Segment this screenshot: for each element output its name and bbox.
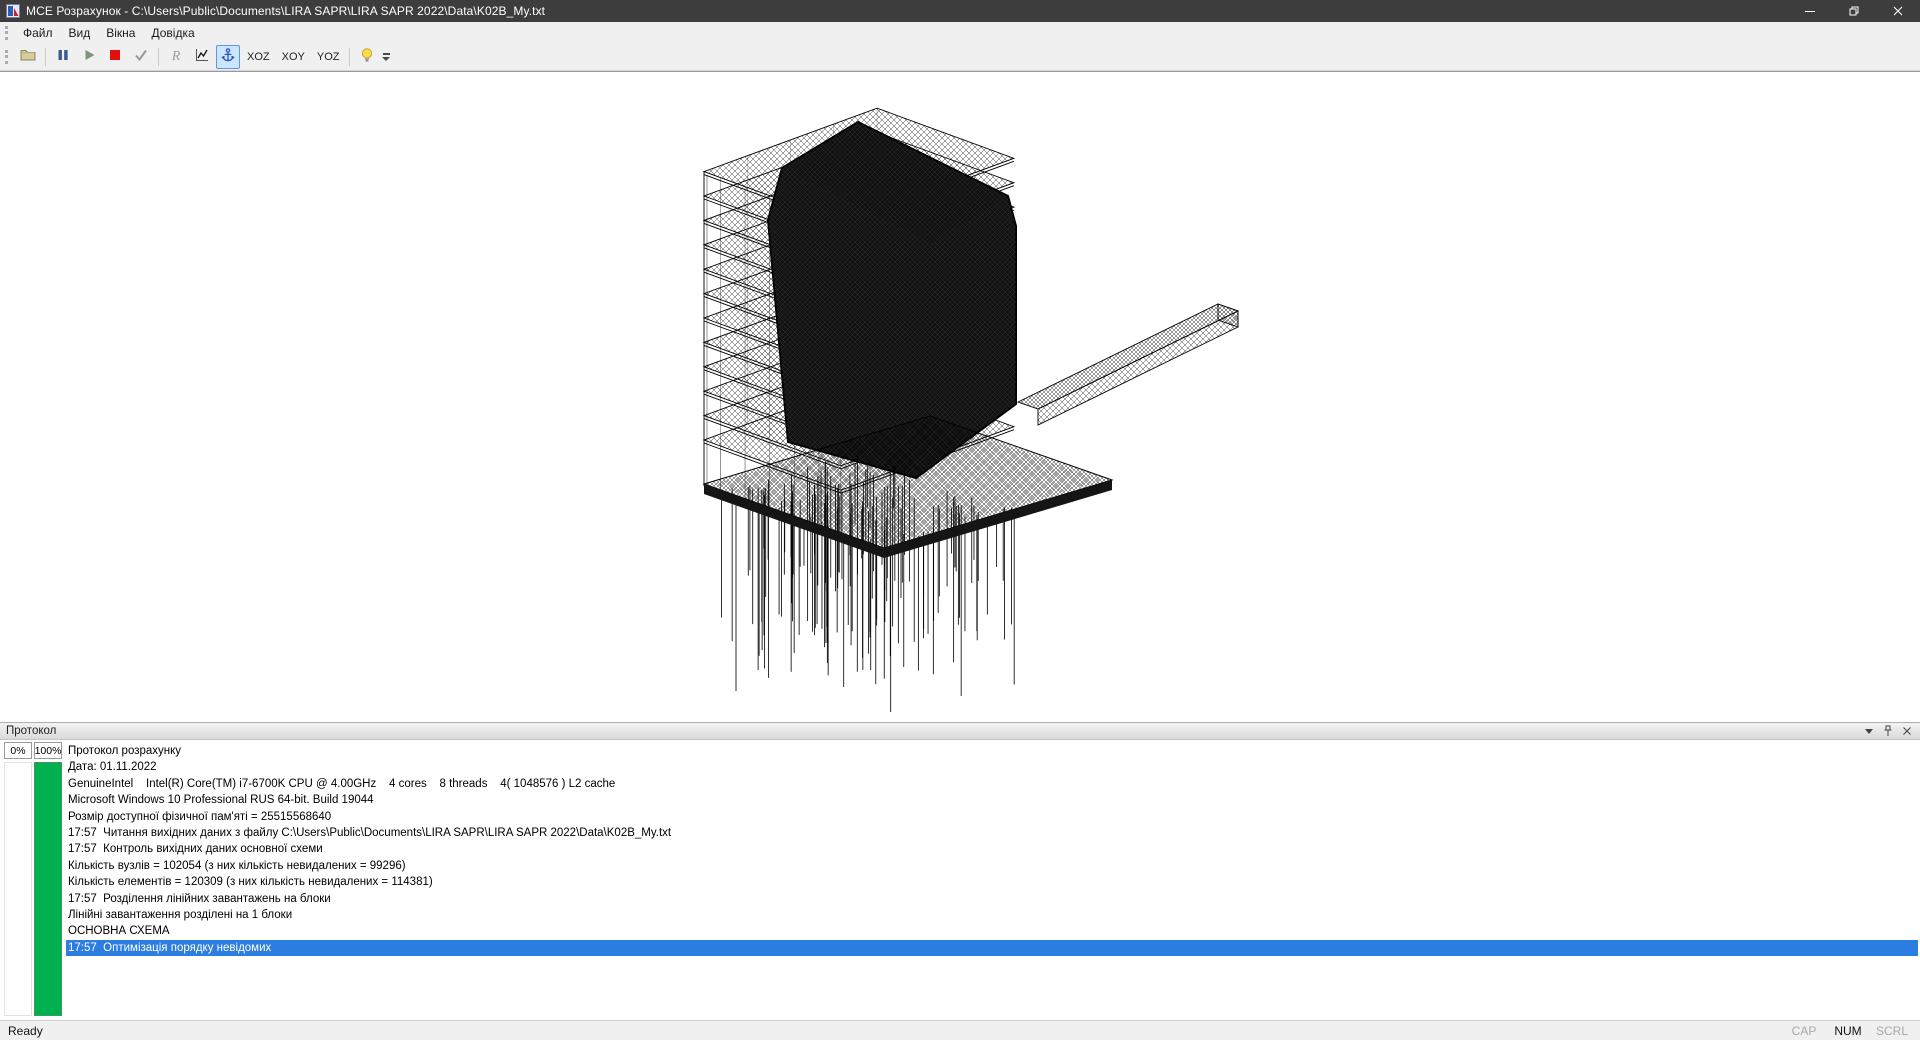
log-line[interactable]: Microsoft Windows 10 Professional RUS 64…: [66, 792, 1918, 808]
log-line[interactable]: 17:57 Оптимізація порядку невідомих: [66, 940, 1918, 956]
toolbar-button-r[interactable]: R: [164, 45, 188, 69]
log-line[interactable]: GenuineIntel Intel(R) Core(TM) i7-6700K …: [66, 776, 1918, 792]
open-folder-icon: [20, 47, 36, 68]
protocol-title: Протокол: [0, 725, 56, 737]
toolbar-separator: [349, 48, 350, 66]
app-icon: [6, 4, 20, 18]
menubar: ФайлВидВікнаДовідка: [0, 22, 1920, 44]
stop-button[interactable]: [103, 45, 127, 69]
titlebar: МСЕ Розрахунок - C:\Users\Public\Documen…: [0, 0, 1920, 22]
play-icon: [81, 47, 97, 68]
overflow-icon: [383, 53, 390, 55]
protocol-header-buttons: [1861, 724, 1920, 738]
model-viewport[interactable]: [0, 71, 1920, 722]
log-line[interactable]: 17:57 Контроль вихідних даних основної с…: [66, 841, 1918, 857]
minimize-button[interactable]: [1788, 0, 1832, 22]
log-line[interactable]: Дата: 01.11.2022: [66, 759, 1918, 775]
log-line[interactable]: Розмір доступної фізичної пам'яті = 2551…: [66, 809, 1918, 825]
protocol-close-button[interactable]: [1899, 724, 1915, 738]
toolbar-plane-button-xoy[interactable]: XOY: [277, 48, 310, 66]
close-icon: [1902, 726, 1912, 736]
progress-bar-total: [34, 762, 62, 1016]
anchor-icon: [220, 47, 236, 68]
menu-item[interactable]: Вікна: [98, 23, 143, 43]
status-text: Ready: [0, 1024, 43, 1038]
menu-item[interactable]: Довідка: [143, 23, 202, 43]
protocol-body: 0% 100% Протокол розрахункуДата: 01.11.2…: [0, 740, 1920, 1020]
window-title: МСЕ Розрахунок - C:\Users\Public\Documen…: [26, 4, 545, 18]
log-line[interactable]: 17:57 Розділення лінійних завантажень на…: [66, 891, 1918, 907]
protocol-menu-button[interactable]: [1861, 724, 1877, 738]
menu-items: ФайлВидВікнаДовідка: [15, 23, 203, 43]
log-line[interactable]: ОСНОВНА СХЕМА: [66, 923, 1918, 939]
window-controls: [1788, 0, 1920, 22]
protocol-pin-button[interactable]: [1880, 724, 1896, 738]
menubar-grip[interactable]: [5, 26, 8, 40]
chart-icon: [194, 47, 210, 68]
continue-button[interactable]: [77, 45, 101, 69]
italic-r-icon: R: [172, 49, 181, 65]
progress-bar-current: [4, 762, 32, 1016]
pin-icon: [1882, 725, 1894, 737]
check-icon: [133, 47, 149, 68]
graph-button[interactable]: [190, 45, 214, 69]
protocol-header: Протокол: [0, 722, 1920, 740]
close-button[interactable]: [1876, 0, 1920, 22]
menu-item[interactable]: Файл: [15, 23, 61, 43]
model-canvas[interactable]: [0, 72, 1920, 723]
help-tips-button[interactable]: [355, 45, 379, 69]
toolbar-plane-button-yoz[interactable]: YOZ: [312, 48, 345, 66]
toolbar-plane-button-xoz[interactable]: XOZ: [242, 48, 275, 66]
chevron-down-icon: [1865, 729, 1873, 734]
app-window: МСЕ Розрахунок - C:\Users\Public\Documen…: [0, 0, 1920, 1040]
menu-item[interactable]: Вид: [61, 23, 99, 43]
pause-button[interactable]: [51, 45, 75, 69]
toolbar: R XOZXOYYOZ: [0, 44, 1920, 71]
status-keys: CAPNUMSCRL: [1782, 1024, 1920, 1038]
log-line[interactable]: Протокол розрахунку: [66, 743, 1918, 759]
anchor-toggle-button[interactable]: [216, 45, 240, 69]
log-line[interactable]: 17:57 Читання вихідних даних з файлу C:\…: [66, 825, 1918, 841]
stop-icon: [107, 47, 123, 68]
toolbar-separator: [158, 48, 159, 66]
status-indicator-cap: CAP: [1782, 1024, 1826, 1038]
progress-right-label: 100%: [34, 742, 62, 759]
toolbar-grip[interactable]: [5, 50, 8, 64]
log-line[interactable]: Кількість елементів = 120309 (з них кіль…: [66, 874, 1918, 890]
plane-buttons: XOZXOYYOZ: [241, 48, 345, 66]
statusbar: Ready CAPNUMSCRL: [0, 1020, 1920, 1040]
protocol-log: Протокол розрахункуДата: 01.11.2022Genui…: [66, 743, 1918, 956]
status-indicator-num: NUM: [1826, 1024, 1870, 1038]
pause-icon: [55, 47, 71, 68]
restore-button[interactable]: [1832, 0, 1876, 22]
status-indicator-scrl: SCRL: [1870, 1024, 1914, 1038]
toolbar-overflow-button[interactable]: [382, 53, 390, 61]
finish-button[interactable]: [129, 45, 153, 69]
log-line[interactable]: Лінійні завантаження розділені на 1 блок…: [66, 907, 1918, 923]
toolbar-separator: [45, 48, 46, 66]
lamp-icon: [359, 47, 375, 68]
log-line[interactable]: Кількість вузлів = 102054 (з них кількіс…: [66, 858, 1918, 874]
open-file-button[interactable]: [16, 45, 40, 69]
progress-left-label: 0%: [4, 742, 32, 759]
